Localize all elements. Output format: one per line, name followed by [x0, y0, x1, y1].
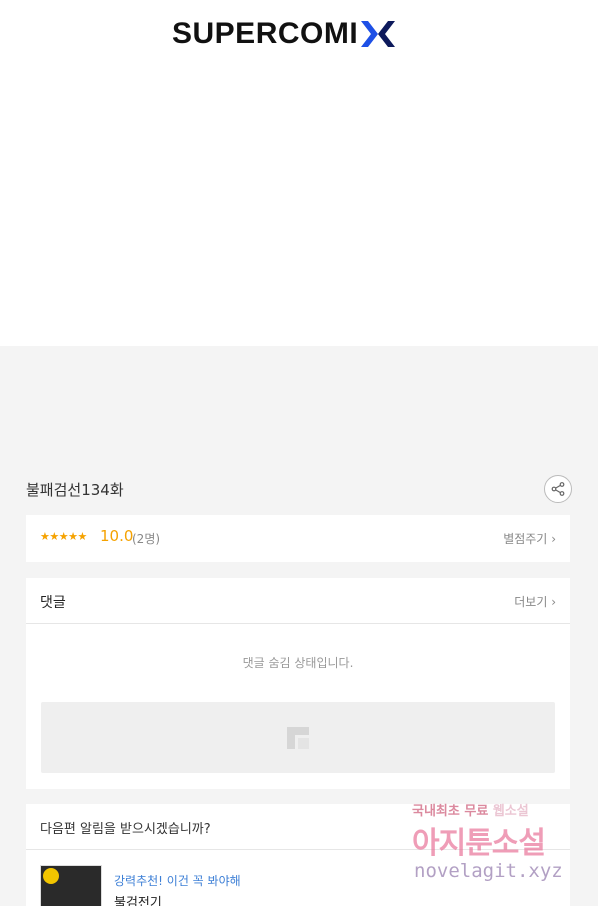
share-icon [551, 482, 565, 496]
rating-card: ★★★★★ 10.0 (2명) 별점주기 › [26, 515, 570, 562]
watermark-line1-b: 웹소설 [492, 804, 529, 819]
chevron-right-icon: › [551, 532, 556, 546]
watermark-line1-a: 국내최초 무료 [412, 804, 489, 819]
more-link-label: 더보기 [514, 595, 548, 609]
share-button[interactable] [544, 475, 572, 503]
hero-area: SUPERCOMI [0, 0, 598, 346]
recommend-tag[interactable]: 강력추천! 이건 꼭 봐야해 [114, 872, 241, 889]
logo-text: SUPERCOMI [172, 17, 359, 50]
site-logo[interactable]: SUPERCOMI [172, 16, 397, 52]
comments-title: 댓글 [40, 595, 66, 611]
chevron-right-icon: › [551, 595, 556, 609]
watermark-line2: 아지툰소설 [412, 826, 546, 861]
rate-button-label: 별점주기 [503, 532, 548, 546]
recommend-title[interactable]: 불검전기 [114, 892, 162, 906]
rating-count: (2명) [132, 532, 161, 546]
notify-question: 다음편 알림을 받으시겠습니까? [40, 822, 211, 837]
episode-title-row: 불패검선134화 [26, 475, 572, 505]
comments-card: 댓글 더보기 › 댓글 숨김 상태입니다. [26, 578, 570, 789]
image-placeholder-icon [287, 727, 309, 749]
rate-button[interactable]: 별점주기 › [503, 530, 556, 547]
watermark: 국내최초 무료 웹소설 아지툰소설 novelagit.xyz [412, 800, 582, 892]
comments-header: 댓글 더보기 › [26, 578, 570, 624]
ad-placeholder[interactable] [41, 702, 555, 773]
watermark-line3: novelagit.xyz [414, 860, 563, 882]
clock-icon [43, 868, 59, 884]
comments-hidden-message: 댓글 숨김 상태입니다. [242, 656, 354, 670]
watermark-line1: 국내최초 무료 웹소설 [412, 800, 529, 819]
comments-more-link[interactable]: 더보기 › [514, 593, 556, 610]
rating-score: 10.0 [100, 527, 134, 545]
recommend-thumbnail[interactable] [40, 865, 102, 906]
rating-stars: ★★★★★ [40, 530, 87, 543]
episode-title: 불패검선134화 [26, 481, 124, 499]
logo-x-icon [361, 21, 396, 47]
